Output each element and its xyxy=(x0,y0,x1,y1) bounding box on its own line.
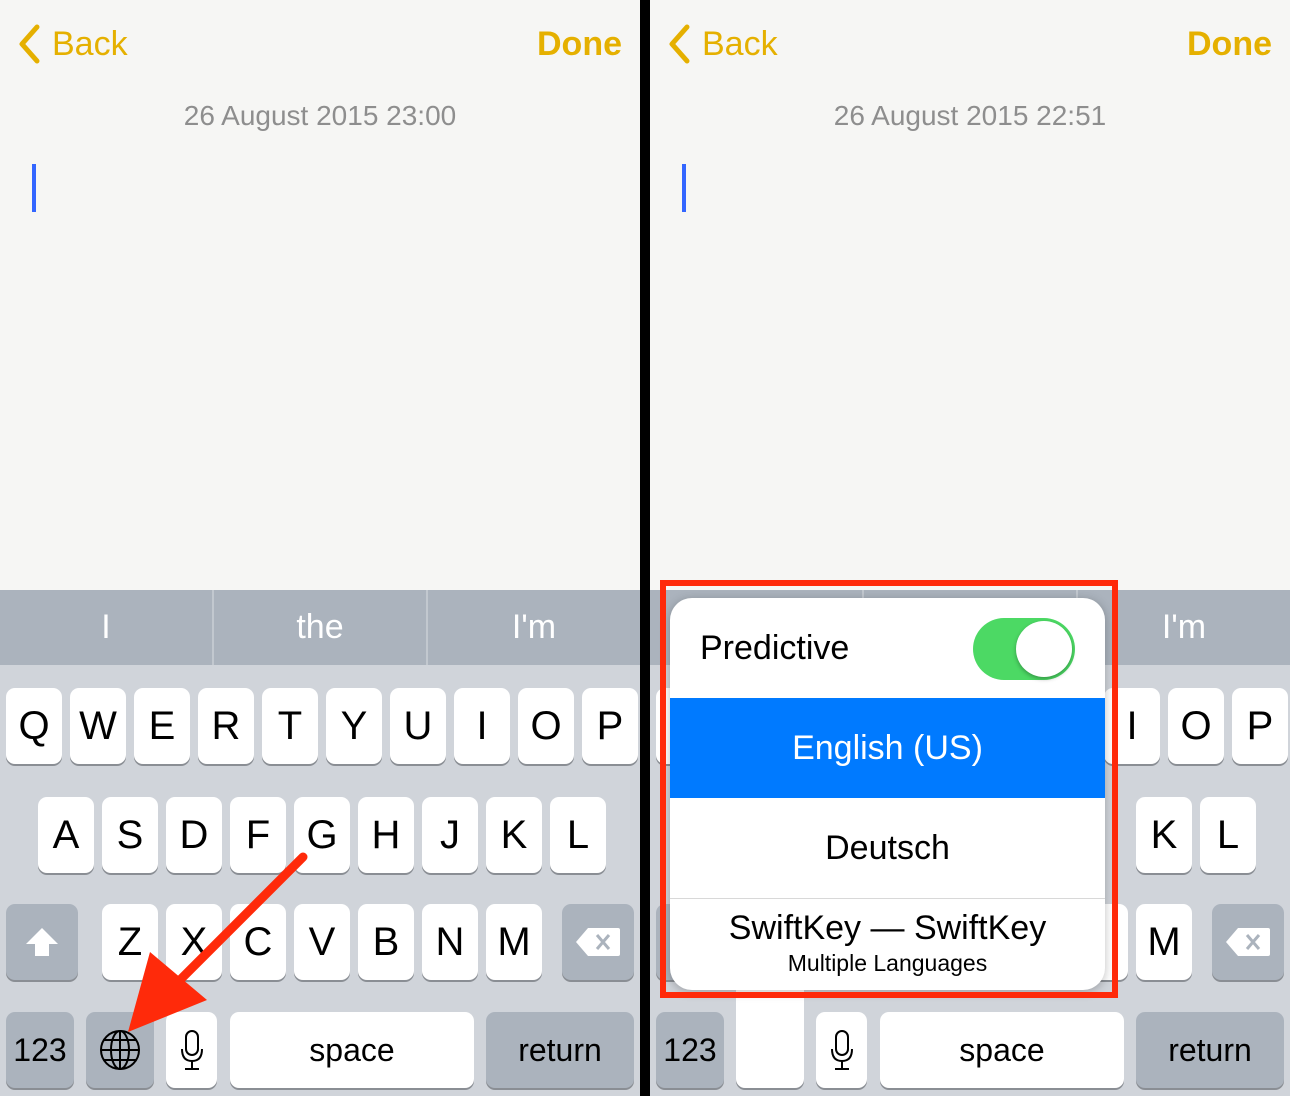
text-cursor[interactable] xyxy=(682,164,686,212)
divider xyxy=(640,0,650,1096)
notes-screen-left: Back Done 26 August 2015 23:00 I the I'm… xyxy=(0,0,640,1096)
swiftkey-label: SwiftKey — SwiftKey xyxy=(728,909,1047,947)
back-button[interactable]: Back xyxy=(668,22,778,66)
keyboard-option-swiftkey[interactable]: SwiftKey — SwiftKey Multiple Languages xyxy=(670,898,1105,990)
delete-key[interactable] xyxy=(1212,904,1284,980)
delete-backspace-icon xyxy=(1226,928,1270,956)
globe-key-pressed[interactable] xyxy=(736,980,804,1088)
return-key[interactable]: return xyxy=(1136,1012,1284,1088)
annotation-arrow xyxy=(128,852,308,1032)
predictive-row: Predictive xyxy=(670,598,1105,698)
toggle-knob xyxy=(1016,621,1072,677)
predictive-label: Predictive xyxy=(700,628,850,667)
keyboard-switcher-menu: Predictive English (US) Deutsch SwiftKey… xyxy=(670,598,1105,990)
key-o[interactable]: O xyxy=(1168,688,1224,764)
dictation-key[interactable] xyxy=(816,1012,867,1088)
key-i[interactable]: I xyxy=(1104,688,1160,764)
microphone-icon xyxy=(830,1030,853,1070)
space-key[interactable]: space xyxy=(880,1012,1124,1088)
keyboard-option-english[interactable]: English (US) xyxy=(670,698,1105,798)
notes-screen-right: Back Done 26 August 2015 22:51 I'm IOPKL… xyxy=(650,0,1290,1096)
chevron-left-icon xyxy=(669,24,690,64)
back-label: Back xyxy=(702,24,778,63)
swiftkey-sublabel: Multiple Languages xyxy=(787,950,988,976)
note-date: 26 August 2015 22:51 xyxy=(833,100,1107,131)
key-l[interactable]: L xyxy=(1200,797,1256,873)
key-k[interactable]: K xyxy=(1136,797,1192,873)
key-m[interactable]: M xyxy=(1136,904,1192,980)
done-button[interactable]: Done xyxy=(1187,22,1272,66)
predictive-toggle[interactable] xyxy=(973,618,1075,680)
numbers-key[interactable]: 123 xyxy=(656,1012,724,1088)
suggestion[interactable]: I'm xyxy=(1078,590,1290,665)
keyboard-option-deutsch[interactable]: Deutsch xyxy=(670,798,1105,898)
key-p[interactable]: P xyxy=(1232,688,1288,764)
